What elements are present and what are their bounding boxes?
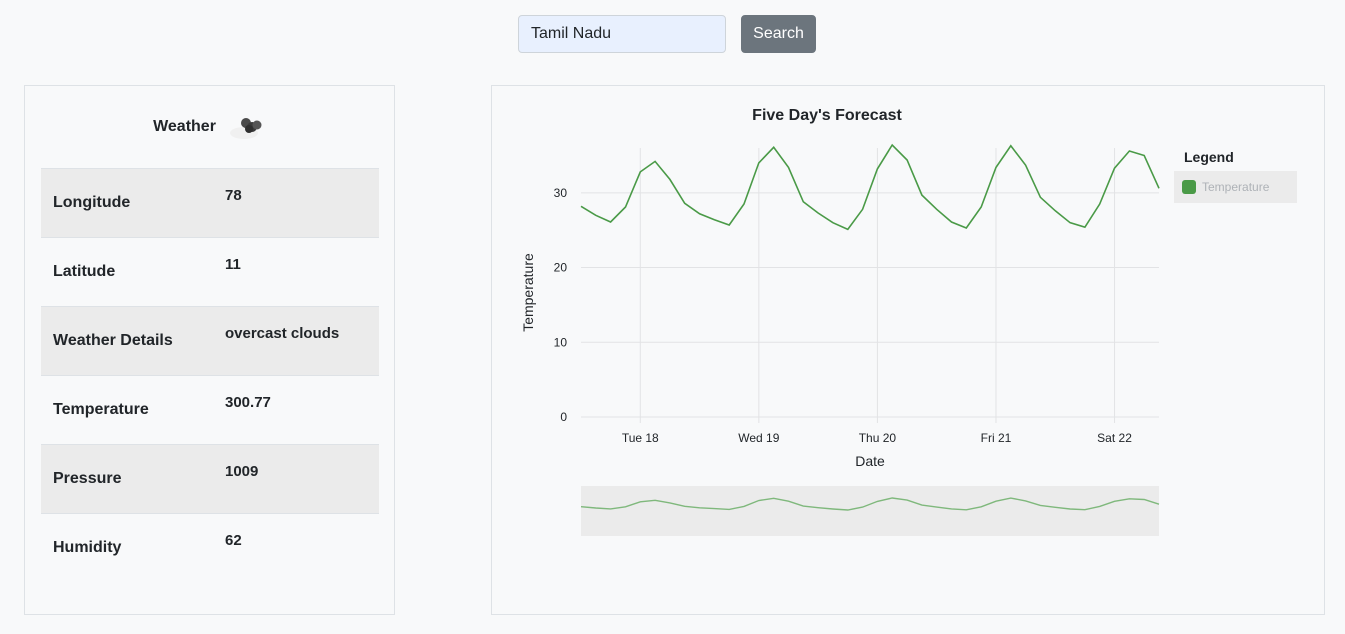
info-row: Longitude 78 <box>41 168 379 238</box>
info-row: Humidity 62 <box>41 513 379 583</box>
legend-label: Temperature <box>1202 180 1270 194</box>
info-value: 78 <box>213 168 379 238</box>
info-label: Temperature <box>41 375 213 445</box>
y-tick-label: 20 <box>554 261 568 275</box>
x-axis-label: Date <box>855 453 885 469</box>
cloud-icon <box>229 118 262 139</box>
x-tick-label: Wed 19 <box>738 431 779 445</box>
info-value: overcast clouds <box>213 306 379 376</box>
y-tick-label: 30 <box>554 186 568 200</box>
y-tick-label: 10 <box>554 335 568 349</box>
info-label: Humidity <box>41 513 213 583</box>
temperature-series-line <box>580 143 1160 231</box>
search-bar: Search <box>518 15 816 53</box>
info-row: Pressure 1009 <box>41 444 379 514</box>
info-row: Temperature 300.77 <box>41 375 379 445</box>
info-value: 1009 <box>213 444 379 514</box>
legend-item-temperature[interactable]: Temperature <box>1174 171 1297 203</box>
info-value: 11 <box>213 237 379 307</box>
forecast-chart: 0 10 20 30 Tue 18 Wed 19 Thu 20 Fri 21 Sat 22 Dat… <box>520 143 1160 536</box>
info-row: Weather Details overcast clouds <box>41 306 379 376</box>
forecast-chart-panel: Five Day's Forecast 0 10 20 30 Tue 18 Wed 19 T… <box>491 85 1325 615</box>
info-label: Longitude <box>41 168 213 238</box>
info-value: 62 <box>213 513 379 583</box>
info-label: Weather Details <box>41 306 213 376</box>
search-button[interactable]: Search <box>741 15 816 53</box>
info-label: Pressure <box>41 444 213 514</box>
x-tick-label: Tue 18 <box>622 431 659 445</box>
y-axis-label: Temperature <box>520 253 536 332</box>
x-tick-label: Sat 22 <box>1097 431 1132 445</box>
weather-title: Weather <box>153 118 216 135</box>
navigator-background <box>581 486 1159 536</box>
weather-details-table: Longitude 78 Latitude 11 Weather Details over… <box>41 168 379 583</box>
legend-title: Legend <box>1184 149 1234 165</box>
search-input[interactable] <box>518 15 726 53</box>
weather-header: Weather <box>25 114 394 140</box>
info-row: Latitude 11 <box>41 237 379 307</box>
weather-info-panel: Weather Longitude 78 Latitude 11 Weather Det… <box>24 85 395 615</box>
info-value: 300.77 <box>213 375 379 445</box>
x-tick-label: Fri 21 <box>981 431 1012 445</box>
info-label: Latitude <box>41 237 213 307</box>
y-tick-label: 0 <box>560 410 567 424</box>
legend-swatch <box>1182 180 1196 194</box>
x-tick-label: Thu 20 <box>859 431 897 445</box>
